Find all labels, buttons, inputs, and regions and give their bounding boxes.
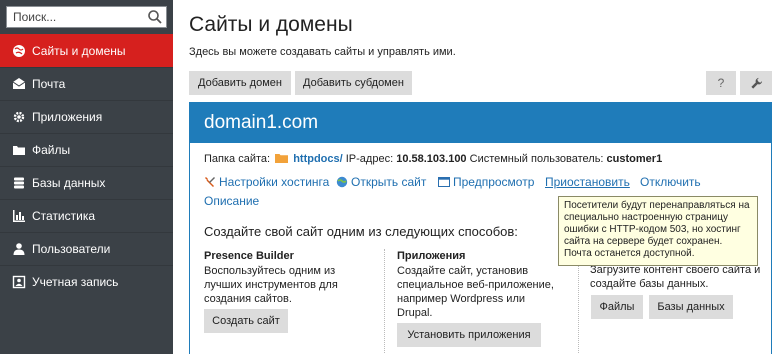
system-user-value: customer1 [606,153,663,165]
suspend-tooltip: Посетители будут перенаправляться на спе… [558,196,758,266]
preview-link[interactable]: Предпросмотр [438,175,534,189]
apps-heading: Приложения [397,250,466,262]
apps-text: Создайте сайт, установив специальное веб… [397,265,554,319]
gear-icon [12,110,26,124]
globe-icon [12,44,26,58]
page-title: Сайты и домены [189,13,353,36]
help-button[interactable]: ? [706,71,736,95]
search-icon[interactable] [147,9,163,25]
create-site-title: Создайте свой сайт одним из следующих сп… [204,224,518,239]
content-column: Загрузите контент своего сайта и создайт… [590,263,765,291]
sidebar-item-files[interactable]: Файлы [0,133,173,166]
content-text: Загрузите контент своего сайта и создайт… [590,264,761,290]
preview-icon [438,177,450,187]
sidebar-item-label: Базы данных [32,176,106,190]
search-wrap [0,0,173,34]
sidebar-item-label: Почта [32,77,66,91]
presence-builder-text: Воспользуйтесь одним из лучших инструмен… [204,265,338,305]
sidebar-item-label: Приложения [32,110,103,124]
tools-button[interactable] [740,71,772,95]
sidebar-item-mail[interactable]: Почта [0,67,173,100]
domain-name: domain1.com [190,103,771,143]
folder-icon [275,154,289,163]
sidebar-item-label: Файлы [32,143,71,157]
sidebar-item-label: Сайты и домены [32,44,126,58]
sidebar-item-label: Пользователи [32,242,111,256]
sidebar-item-apps[interactable]: Приложения [0,100,173,133]
ip-value: 10.58.103.100 [396,153,467,165]
wrench-icon [750,77,762,89]
search-input[interactable] [7,7,137,27]
folder-icon [12,143,26,157]
search-box[interactable] [6,6,167,28]
domain-info: Папка сайта: httpdocs/ IP-адрес: 10.58.1… [204,153,662,165]
sidebar-item-users[interactable]: Пользователи [0,232,173,265]
hosting-settings-link[interactable]: Настройки хостинга [204,175,329,189]
bar-chart-icon [12,209,26,223]
sidebar-item-databases[interactable]: Базы данных [0,166,173,199]
description-link[interactable]: Описание [204,194,259,208]
tools-icon [205,177,215,187]
folder-label: Папка сайта: [204,153,271,165]
database-icon [12,176,26,190]
sidebar-item-label: Учетная запись [32,275,119,289]
presence-builder-column: Presence Builder Воспользуйтесь одним из… [204,249,374,306]
page-description: Здесь вы можете создавать сайты и управл… [189,46,456,58]
sidebar-item-sites[interactable]: Сайты и домены [0,34,173,67]
suspend-link[interactable]: Приостановить [545,175,630,189]
databases-button[interactable]: Базы данных [649,295,733,319]
column-divider [384,249,385,354]
files-button[interactable]: Файлы [591,295,643,319]
sidebar-item-label: Статистика [32,209,96,223]
system-user-label: Системный пользователь: [469,153,604,165]
add-domain-button[interactable]: Добавить домен [189,71,291,95]
add-subdomain-button[interactable]: Добавить субдомен [295,71,412,95]
users-icon [12,242,26,256]
install-apps-button[interactable]: Установить приложения [397,323,541,347]
open-site-link[interactable]: Открыть сайт [336,175,426,189]
presence-builder-heading: Presence Builder [204,250,294,262]
main-content: Сайты и домены Здесь вы можете создавать… [189,0,776,354]
account-icon [12,275,26,289]
sidebar: Сайты и домены Почта Приложения Файлы Ба… [0,0,173,354]
create-site-button[interactable]: Создать сайт [204,309,288,333]
globe-open-icon [336,176,348,188]
ip-label: IP-адрес: [345,153,394,165]
sidebar-item-statistics[interactable]: Статистика [0,199,173,232]
folder-link[interactable]: httpdocs/ [293,153,343,165]
apps-column: Приложения Создайте сайт, установив спец… [397,249,557,320]
sidebar-item-account[interactable]: Учетная запись [0,265,173,298]
disable-link[interactable]: Отключить [640,175,701,189]
mail-icon [12,77,26,91]
